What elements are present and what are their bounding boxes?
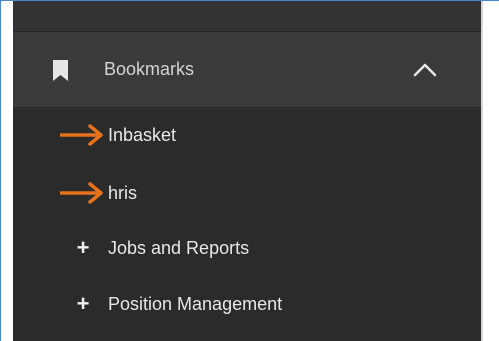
bookmark-item-label: Jobs and Reports — [108, 238, 250, 258]
bookmark-item-hris[interactable]: hris — [13, 171, 481, 215]
chevron-up-icon[interactable] — [413, 61, 437, 77]
bookmark-item-label: Inbasket — [108, 125, 177, 145]
bookmark-item-jobs-and-reports[interactable]: + Jobs and Reports — [13, 226, 481, 270]
plus-icon[interactable]: + — [74, 226, 92, 270]
arrow-right-icon — [60, 182, 103, 204]
bookmarks-section-header[interactable]: Bookmarks — [13, 32, 481, 107]
sidebar-top-strip — [13, 1, 481, 32]
bookmark-item-position-management[interactable]: + Position Management — [13, 282, 481, 326]
bookmarks-title: Bookmarks — [104, 59, 195, 79]
arrow-right-icon — [60, 124, 103, 146]
bookmark-item-label: hris — [108, 183, 138, 203]
bookmark-icon — [53, 60, 68, 81]
screenshot-frame: Bookmarks Inbasket hris + Jobs and Repor… — [0, 0, 499, 341]
plus-icon[interactable]: + — [74, 282, 92, 326]
bookmark-item-label: Position Management — [108, 294, 283, 314]
bookmark-item-inbasket[interactable]: Inbasket — [13, 113, 481, 157]
sidebar: Bookmarks Inbasket hris + Jobs and Repor… — [13, 1, 481, 341]
content-edge — [481, 1, 499, 341]
